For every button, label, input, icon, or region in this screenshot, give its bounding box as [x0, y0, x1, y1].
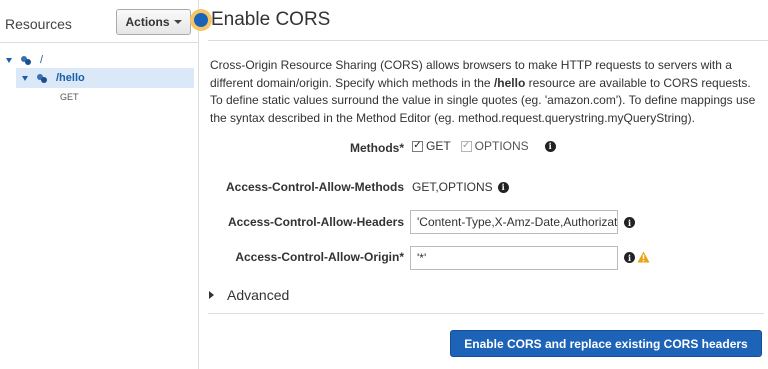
- info-icon[interactable]: i: [497, 181, 509, 193]
- acao-input[interactable]: '*': [410, 246, 618, 270]
- options-checkbox-label: OPTIONS: [474, 139, 529, 153]
- resource-icon: [21, 55, 31, 65]
- resource-icon: [37, 73, 47, 83]
- advanced-toggle[interactable]: Advanced: [209, 287, 289, 303]
- advanced-divider: [208, 313, 764, 314]
- panel-divider: [0, 42, 198, 43]
- enable-cors-button[interactable]: Enable CORS and replace existing CORS he…: [450, 330, 762, 357]
- advanced-label: Advanced: [227, 287, 290, 303]
- get-checkbox-label: GET: [426, 139, 451, 153]
- methods-group: ✓ GET ✓ OPTIONS i: [412, 139, 556, 153]
- tree-item-root[interactable]: /: [6, 52, 43, 68]
- tree-item-hello[interactable]: /hello: [16, 68, 194, 88]
- collapse-triangle-icon[interactable]: [22, 75, 28, 81]
- methods-label: Methods*: [350, 141, 404, 155]
- acah-input[interactable]: 'Content-Type,X-Amz-Date,Authorizatio: [410, 210, 618, 234]
- page-title: Enable CORS: [211, 9, 331, 30]
- description-resource: /hello: [493, 75, 526, 90]
- title-divider: [208, 40, 768, 41]
- acah-label: Access-Control-Allow-Headers: [227, 215, 404, 229]
- get-checkbox[interactable]: ✓: [412, 140, 423, 152]
- acam-value: GET,OPTIONS: [412, 180, 493, 194]
- caret-down-icon: [173, 20, 182, 24]
- options-checkbox[interactable]: ✓: [460, 140, 472, 152]
- resources-title: Resources: [5, 16, 72, 32]
- acao-label: Access-Control-Allow-Origin*: [235, 250, 404, 264]
- expand-triangle-icon: [209, 291, 214, 299]
- info-icon[interactable]: i: [544, 140, 556, 152]
- cors-description: Cross-Origin Resource Sharing (CORS) all…: [210, 57, 764, 127]
- resources-panel: Resources Actions / /hello GET: [0, 0, 199, 369]
- info-icon[interactable]: i: [624, 217, 635, 228]
- tree-label-root: /: [40, 54, 44, 66]
- actions-button[interactable]: Actions: [116, 9, 191, 35]
- tree-label-get: GET: [60, 92, 79, 102]
- info-icon[interactable]: i: [624, 252, 635, 263]
- tree-label-hello: /hello: [56, 72, 85, 84]
- actions-button-label: Actions: [125, 15, 170, 29]
- collapse-triangle-icon[interactable]: [6, 57, 12, 63]
- focus-indicator: [194, 13, 208, 27]
- acam-value-group: GET,OPTIONS i: [412, 180, 509, 194]
- acam-label: Access-Control-Allow-Methods: [225, 180, 404, 194]
- warning-icon[interactable]: [637, 251, 650, 263]
- tree-item-get[interactable]: GET: [60, 92, 79, 102]
